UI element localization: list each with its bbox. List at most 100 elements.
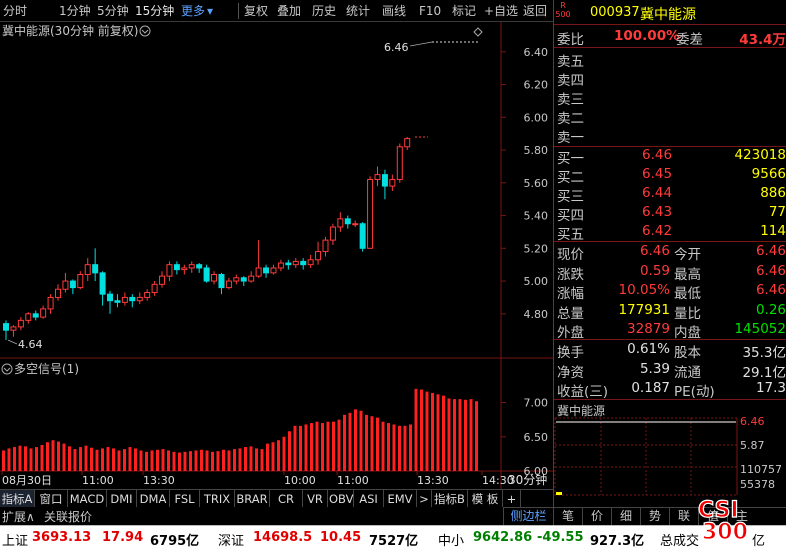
buy-level-row: 买三 6.44 886: [554, 184, 786, 205]
signal-bar: [139, 450, 143, 471]
quote-value: 6.46: [755, 282, 786, 298]
candle: [129, 294, 136, 308]
tab-15min[interactable]: 15分钟: [135, 3, 174, 19]
indicator-tab[interactable]: CR: [270, 490, 303, 508]
tab-fenshi[interactable]: 分时: [3, 3, 27, 19]
signal-bar: [381, 421, 385, 471]
signal-bar: [326, 421, 330, 471]
signal-bar: [266, 443, 269, 471]
fuquan-button[interactable]: 复权: [244, 3, 268, 19]
signal-bar: [189, 451, 192, 471]
candle: [84, 258, 91, 282]
tab-1min[interactable]: 1分钟: [59, 3, 91, 19]
candle: [233, 274, 240, 285]
signal-bar: [370, 416, 374, 471]
indicator-tab[interactable]: OBV: [328, 490, 354, 508]
signal-bar: [167, 450, 170, 471]
right-tab[interactable]: 笔: [553, 508, 582, 525]
price-tick-label: 5.20: [524, 242, 549, 255]
sell-level-row: 卖一: [554, 125, 786, 146]
tab-5min[interactable]: 5分钟: [97, 3, 129, 19]
indicator-tab[interactable]: 窗口: [35, 490, 68, 508]
candle: [337, 212, 344, 232]
candle: [107, 290, 114, 314]
quote-label: 涨幅: [557, 286, 584, 302]
signal-bar: [112, 448, 115, 471]
signal-bar: [425, 391, 429, 471]
quote-value: 145052: [734, 321, 786, 337]
annotation-low: 4.64: [18, 338, 43, 351]
signal-bar: [128, 447, 132, 471]
price-tick-label: 6.40: [524, 46, 549, 59]
more-dropdown[interactable]: 更多: [181, 3, 205, 19]
related-quote-button[interactable]: 关联报价: [44, 508, 92, 525]
sh-index-value: 3693.13: [32, 530, 92, 545]
mini-chart[interactable]: 6.46 5.87 110757 55378: [554, 417, 786, 507]
indicator-tab[interactable]: BRAR: [235, 490, 270, 508]
chart-title-arrow-icon[interactable]: [139, 25, 151, 37]
sub-tick-label: 7.00: [524, 397, 549, 410]
signal-bar: [475, 401, 478, 471]
buy-level-label: 买三: [557, 189, 584, 205]
candle: [25, 312, 32, 324]
add-watchlist-button[interactable]: +自选: [484, 3, 518, 19]
right-tab[interactable]: 势: [640, 508, 669, 525]
signal-bar: [194, 450, 198, 471]
candle: [248, 271, 255, 283]
price-tick-label: 4.80: [524, 308, 549, 321]
indicator-tab[interactable]: +: [503, 490, 521, 508]
back-button[interactable]: 返回: [523, 3, 547, 19]
indicator-tab[interactable]: EMV: [384, 490, 417, 508]
buy-level-row: 买五 6.42 114: [554, 222, 786, 243]
quote-row: 总量 177931 量比 0.26: [554, 301, 786, 322]
signal-bar: [200, 449, 203, 471]
sz-index-value: 14698.5: [253, 530, 313, 545]
quote-label: 涨跌: [557, 266, 584, 283]
indicator-tab[interactable]: 指标A: [0, 490, 35, 508]
buy-level-label: 买五: [557, 227, 584, 243]
kline-chart-area[interactable]: 冀中能源(30分钟 前复权) 6.40 6.20 6.00 5.80 5.60 5.40 5…: [0, 22, 553, 489]
sell-level-row: 卖二: [554, 106, 786, 127]
indicator-tab[interactable]: 模 板: [468, 490, 503, 508]
indicator-tab[interactable]: DMA: [137, 490, 170, 508]
info-label: PE(动): [674, 384, 715, 400]
mini-vol-mid: 55378: [740, 478, 775, 491]
indicator-tab[interactable]: FSL: [170, 490, 200, 508]
indicator-tab[interactable]: 指标B: [432, 490, 468, 508]
indicator-tab[interactable]: >: [417, 490, 432, 508]
sidebar-toggle[interactable]: 侧边栏: [503, 508, 553, 525]
kline-chart-svg[interactable]: 冀中能源(30分钟 前复权) 6.40 6.20 6.00 5.80 5.60 5.40 5…: [0, 22, 553, 489]
indicator-tab[interactable]: MACD: [68, 490, 107, 508]
signal-bar: [376, 417, 379, 471]
candle: [255, 240, 262, 278]
signal-bar: [29, 448, 33, 471]
signal-bar: [90, 447, 93, 471]
mark-button[interactable]: 标记: [452, 3, 476, 19]
draw-button[interactable]: 画线: [382, 3, 406, 19]
indicator-tab[interactable]: VR: [303, 490, 328, 508]
history-button[interactable]: 历史: [312, 3, 336, 19]
info-row: 净资 5.39 流通 29.1亿: [554, 360, 786, 381]
buy-level-volume: 77: [768, 204, 786, 220]
quote-value: 32879: [627, 321, 670, 337]
stats-button[interactable]: 统计: [346, 3, 370, 19]
signal-bar: [40, 444, 44, 471]
weibi-row: 委比 100.00% 委差 43.4万: [557, 28, 786, 48]
indicator-tab[interactable]: ASI: [354, 490, 384, 508]
indicator-tab[interactable]: TRIX: [200, 490, 235, 508]
quote-label: 今开: [674, 247, 701, 263]
signal-bar: [233, 449, 236, 471]
sub-title-arrow-icon[interactable]: [1, 363, 13, 375]
more-arrow-icon[interactable]: ▾: [207, 3, 213, 19]
right-tab[interactable]: 价: [582, 508, 611, 525]
signal-bar: [150, 450, 154, 471]
signal-bar: [73, 449, 77, 471]
right-tab[interactable]: 细: [611, 508, 640, 525]
indicator-tab[interactable]: DMI: [107, 490, 137, 508]
expand-button[interactable]: 扩展∧: [2, 508, 35, 525]
overlay-button[interactable]: 叠加: [277, 3, 301, 19]
signal-bar: [332, 421, 335, 471]
f10-button[interactable]: F10: [419, 3, 441, 19]
signal-bar: [51, 440, 55, 471]
signal-bars: [2, 388, 478, 471]
